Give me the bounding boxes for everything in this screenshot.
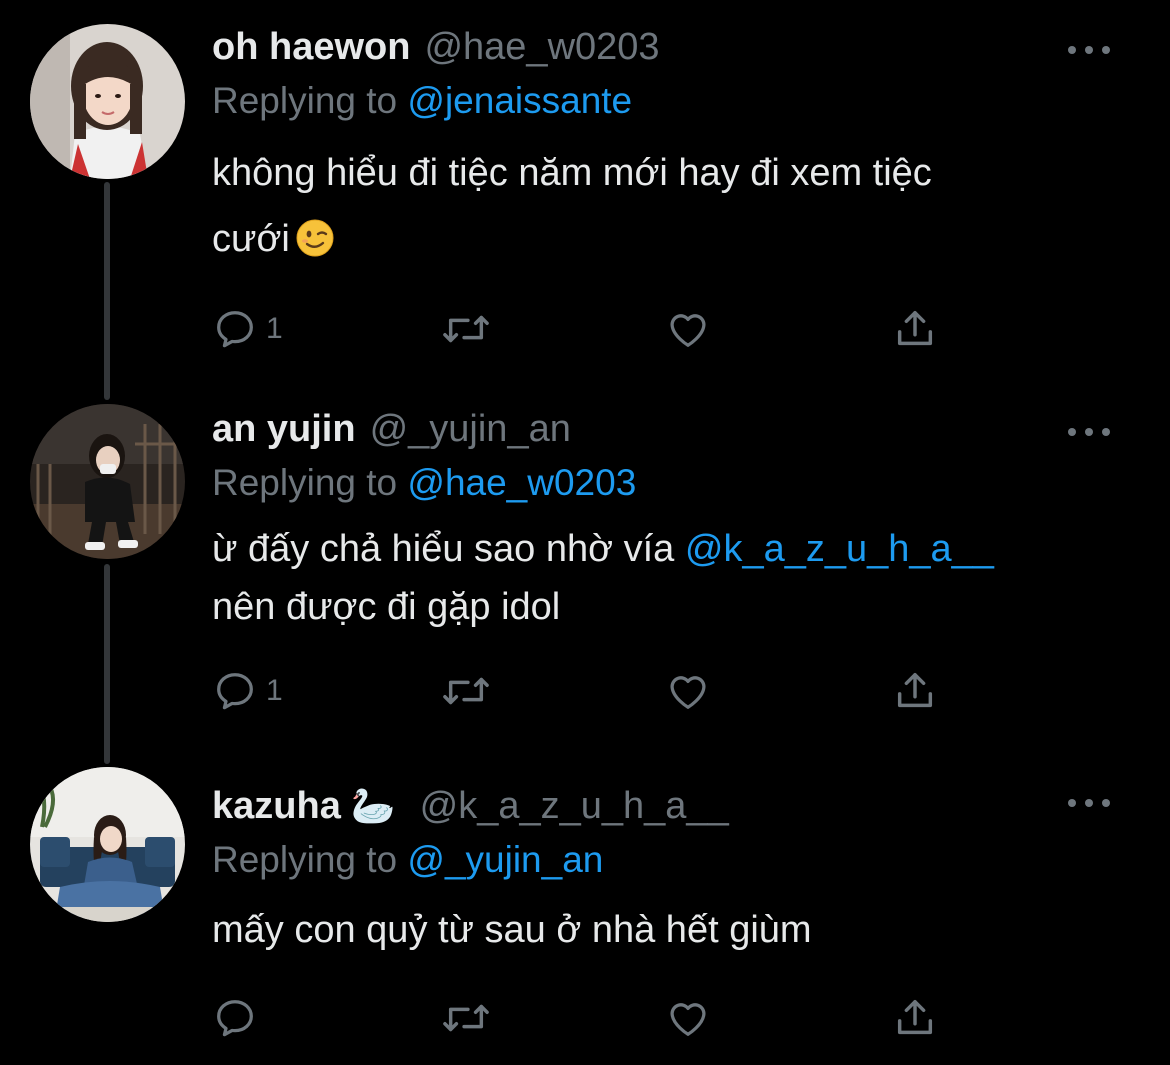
swan-emoji-icon: 🦢 (350, 785, 396, 826)
tweet[interactable]: kazuha 🦢 @k_a_z_u_h_a__ Replying to @_yu… (0, 755, 1170, 1065)
retweet-icon (440, 306, 492, 352)
replying-label: Replying to (212, 80, 398, 121)
share-button[interactable] (892, 666, 938, 716)
tweet-actions: 1 (212, 666, 952, 716)
display-name[interactable]: an yujin (212, 408, 356, 451)
reply-icon (212, 995, 258, 1041)
tweet-header: kazuha 🦢 @k_a_z_u_h_a__ (212, 785, 729, 831)
replying-to: Replying to @jenaissante (212, 80, 632, 122)
reply-button[interactable]: 1 (212, 304, 283, 354)
tweet-text-line: không hiểu đi tiệc năm mới hay đi xem ti… (212, 152, 932, 194)
tweet-text-line: mấy con quỷ từ sau ở nhà hết giùm (212, 909, 812, 951)
user-handle[interactable]: @k_a_z_u_h_a__ (420, 785, 729, 828)
retweet-icon (440, 668, 492, 714)
retweet-icon (440, 995, 492, 1041)
reply-button[interactable] (212, 993, 266, 1043)
share-icon (892, 668, 938, 714)
reply-count: 1 (266, 674, 283, 707)
retweet-button[interactable] (440, 304, 492, 354)
reply-icon (212, 306, 258, 352)
tweet-text-line: nên được đi gặp idol (212, 586, 561, 628)
tweet-header: oh haewon @hae_w0203 (212, 26, 660, 72)
like-button[interactable] (664, 993, 712, 1043)
tweet-text: mấy con quỷ từ sau ở nhà hết giùm (212, 897, 1112, 963)
reply-count: 1 (266, 312, 283, 345)
more-icon[interactable] (1068, 793, 1110, 813)
share-icon (892, 995, 938, 1041)
share-button[interactable] (892, 304, 938, 354)
replying-to: Replying to @hae_w0203 (212, 462, 636, 504)
more-icon[interactable] (1068, 40, 1110, 60)
tweet-header: an yujin @_yujin_an (212, 408, 571, 454)
user-handle[interactable]: @hae_w0203 (424, 26, 659, 69)
tweet-text: không hiểu đi tiệc năm mới hay đi xem ti… (212, 140, 1112, 272)
tweet-text: ừ đấy chả hiểu sao nhờ vía @k_a_z_u_h_a_… (212, 520, 1112, 636)
reply-button[interactable]: 1 (212, 666, 283, 716)
display-name[interactable]: oh haewon (212, 26, 410, 69)
winking-face-emoji-icon (296, 212, 334, 257)
avatar[interactable] (30, 24, 185, 179)
tweet-actions (212, 993, 952, 1043)
retweet-button[interactable] (440, 993, 492, 1043)
avatar[interactable] (30, 404, 185, 559)
like-button[interactable] (664, 666, 712, 716)
replying-mention[interactable]: @jenaissante (407, 80, 632, 121)
like-button[interactable] (664, 304, 712, 354)
user-handle[interactable]: @_yujin_an (370, 408, 571, 451)
retweet-button[interactable] (440, 666, 492, 716)
tweet[interactable]: oh haewon @hae_w0203 Replying to @jenais… (0, 0, 1170, 380)
text-mention[interactable]: @k_a_z_u_h_a__ (685, 528, 994, 570)
more-icon[interactable] (1068, 422, 1110, 442)
tweet-actions: 1 (212, 304, 952, 354)
like-icon (664, 668, 712, 714)
tweet-text-line: cưới (212, 206, 1112, 272)
share-button[interactable] (892, 993, 938, 1043)
replying-label: Replying to (212, 839, 398, 880)
replying-label: Replying to (212, 462, 398, 503)
like-icon (664, 306, 712, 352)
share-icon (892, 306, 938, 352)
replying-mention[interactable]: @hae_w0203 (407, 462, 636, 503)
reply-icon (212, 668, 258, 714)
tweet[interactable]: an yujin @_yujin_an Replying to @hae_w02… (0, 380, 1170, 755)
like-icon (664, 995, 712, 1041)
tweet-text-line: ừ đấy chả hiểu sao nhờ vía @k_a_z_u_h_a_… (212, 528, 994, 570)
replying-mention[interactable]: @_yujin_an (407, 839, 603, 880)
replying-to: Replying to @_yujin_an (212, 839, 603, 881)
avatar[interactable] (30, 767, 185, 922)
display-name[interactable]: kazuha (212, 785, 341, 828)
